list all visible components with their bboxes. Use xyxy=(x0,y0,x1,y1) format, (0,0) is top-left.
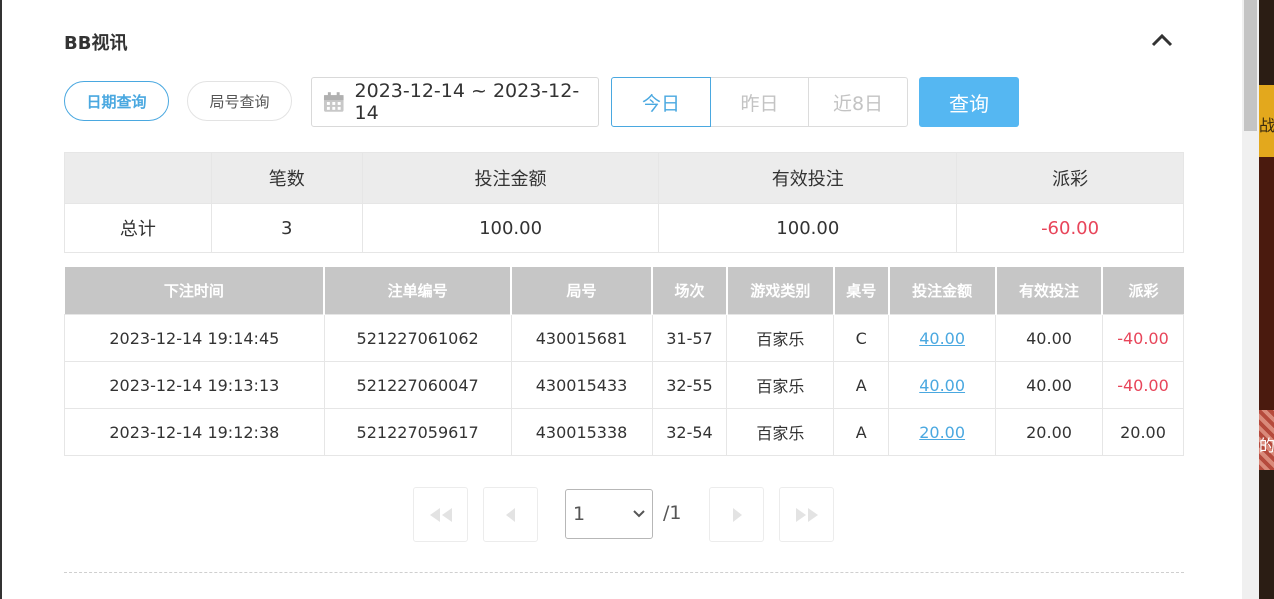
session: 32-54 xyxy=(651,408,728,456)
section-divider xyxy=(64,572,1184,573)
table-number: A xyxy=(833,408,890,456)
detail-header-row: 下注时间 注单编号 局号 场次 游戏类别 桌号 投注金额 有效投注 派彩 xyxy=(64,267,1184,315)
column-header: 投注金额 xyxy=(887,267,996,315)
total-bet-amount: 100.00 xyxy=(361,203,660,253)
summary-header-cell: 派彩 xyxy=(956,152,1184,204)
bet-time: 2023-12-14 19:12:38 xyxy=(64,408,325,456)
table-row: 2023-12-14 19:12:38 521227059617 4300153… xyxy=(64,408,1185,456)
column-header: 局号 xyxy=(510,267,652,315)
bet-time: 2023-12-14 19:14:45 xyxy=(64,314,325,362)
next-page-button[interactable] xyxy=(709,487,764,542)
column-header: 派彩 xyxy=(1101,267,1184,315)
double-chevron-left-icon xyxy=(429,507,452,522)
session: 31-57 xyxy=(651,314,728,362)
chevron-left-icon xyxy=(505,507,515,522)
summary-header-cell: 笔数 xyxy=(210,152,363,204)
bet-amount-link[interactable]: 40.00 xyxy=(888,314,997,362)
chevron-right-icon xyxy=(732,507,742,522)
chevron-down-icon xyxy=(633,510,645,518)
summary-total-row: 总计 3 100.00 100.00 -60.00 xyxy=(64,203,1184,253)
date-range-input[interactable]: 2023-12-14 ~ 2023-12-14 xyxy=(311,77,599,127)
summary-header-cell: 有效投注 xyxy=(658,152,958,204)
total-payout: -60.00 xyxy=(956,203,1184,253)
quick-yesterday-button[interactable]: 昨日 xyxy=(710,77,809,127)
column-header: 游戏类别 xyxy=(725,267,834,315)
search-button[interactable]: 查询 xyxy=(919,77,1019,127)
strip-red-block xyxy=(1259,157,1274,410)
bet-time: 2023-12-14 19:13:13 xyxy=(64,361,325,409)
prev-page-button[interactable] xyxy=(483,487,538,542)
bet-records-panel: BB视讯 日期查询 局号查询 2023-12-14 ~ 2023-12-14 今… xyxy=(0,0,1242,599)
order-number: 521227059617 xyxy=(323,408,512,456)
double-chevron-right-icon xyxy=(795,507,818,522)
calendar-icon xyxy=(323,92,344,112)
table-number: C xyxy=(833,314,890,362)
game-type: 百家乐 xyxy=(726,314,835,362)
round-number: 430015681 xyxy=(510,314,653,362)
order-number: 521227060047 xyxy=(323,361,512,409)
column-header: 有效投注 xyxy=(994,267,1103,315)
summary-header-cell: 投注金额 xyxy=(361,152,660,204)
page-select-value: 1 xyxy=(573,503,586,525)
round-query-button[interactable]: 局号查询 xyxy=(187,81,292,121)
page-total: /1 xyxy=(663,502,682,524)
chevron-up-icon xyxy=(1151,33,1173,47)
summary-header-cell xyxy=(64,152,212,204)
valid-bet: 40.00 xyxy=(995,361,1103,409)
game-type: 百家乐 xyxy=(726,408,835,456)
order-number: 521227061062 xyxy=(323,314,512,362)
scrollbar-thumb[interactable] xyxy=(1244,0,1257,131)
column-header: 下注时间 xyxy=(64,267,325,315)
strip-text: 战 xyxy=(1259,116,1274,135)
strip-text: 的 xyxy=(1259,436,1274,455)
table-row: 2023-12-14 19:14:45 521227061062 4300156… xyxy=(64,314,1185,362)
date-query-button[interactable]: 日期查询 xyxy=(64,81,169,121)
payout: -40.00 xyxy=(1101,361,1185,409)
column-header: 场次 xyxy=(651,267,727,315)
summary-table: 笔数 投注金额 有效投注 派彩 总计 3 100.00 100.00 -60.0… xyxy=(64,152,1184,253)
bet-amount-link[interactable]: 40.00 xyxy=(888,361,997,409)
panel-title: BB视讯 xyxy=(64,33,128,54)
payout: -40.00 xyxy=(1101,314,1185,362)
table-row: 2023-12-14 19:13:13 521227060047 4300154… xyxy=(64,361,1185,409)
total-label: 总计 xyxy=(64,203,212,253)
valid-bet: 40.00 xyxy=(995,314,1103,362)
bet-amount-link[interactable]: 20.00 xyxy=(888,408,997,456)
game-type: 百家乐 xyxy=(726,361,835,409)
date-range-value: 2023-12-14 ~ 2023-12-14 xyxy=(354,80,580,124)
summary-header-row: 笔数 投注金额 有效投注 派彩 xyxy=(64,152,1184,204)
total-count: 3 xyxy=(210,203,363,253)
payout: 20.00 xyxy=(1101,408,1185,456)
page-select[interactable]: 1 xyxy=(565,489,653,539)
column-header: 注单编号 xyxy=(323,267,512,315)
bet-detail-table: 下注时间 注单编号 局号 场次 游戏类别 桌号 投注金额 有效投注 派彩 202… xyxy=(64,267,1185,456)
round-number: 430015338 xyxy=(510,408,653,456)
session: 32-55 xyxy=(651,361,728,409)
table-number: A xyxy=(833,361,890,409)
background-page-strip: 战 的 xyxy=(1259,0,1274,599)
quick-last-8-days-button[interactable]: 近8日 xyxy=(808,77,908,127)
first-page-button[interactable] xyxy=(413,487,468,542)
total-valid-bet: 100.00 xyxy=(658,203,958,253)
column-header: 桌号 xyxy=(832,267,889,315)
last-page-button[interactable] xyxy=(779,487,834,542)
collapse-button[interactable] xyxy=(1148,26,1176,54)
valid-bet: 20.00 xyxy=(995,408,1103,456)
quick-today-button[interactable]: 今日 xyxy=(611,77,711,127)
round-number: 430015433 xyxy=(510,361,653,409)
